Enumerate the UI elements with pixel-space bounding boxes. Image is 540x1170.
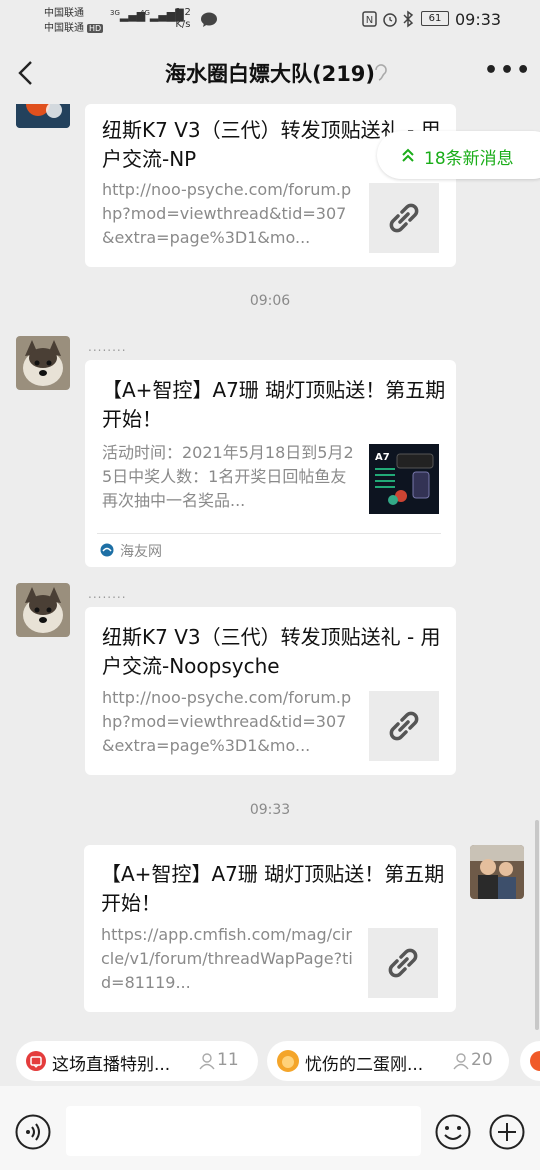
link-icon	[389, 203, 419, 233]
live-pill-partial[interactable]	[520, 1041, 540, 1081]
card-title: 【A+智控】A7珊 瑚灯顶贴送！第五期开始！	[102, 378, 446, 431]
product-image: A7	[375, 452, 434, 505]
live-icon	[26, 1051, 46, 1071]
chat-bubble-icon	[201, 12, 217, 27]
mute-ear-icon	[375, 64, 387, 81]
emoji-icon[interactable]	[435, 1114, 471, 1150]
page-title: 海水圈白嫖大队(219)	[164, 62, 376, 86]
viewer-count: 11	[217, 1050, 239, 1070]
timestamp: 09:33	[249, 802, 291, 818]
message-card[interactable]: 纽斯K7 V3（三代）转发顶贴送礼 - 用户交流-Noopsyche http:…	[85, 607, 456, 775]
message-card[interactable]: 纽斯K7 V3（三代）转发顶贴送礼 - 用户交流-NP http://noo-p…	[85, 104, 456, 267]
battery-icon: 61	[421, 11, 449, 26]
bluetooth-icon	[403, 10, 414, 28]
message-card-self[interactable]: 【A+智控】A7珊 瑚灯顶贴送！第五期开始！ https://app.cmfis…	[84, 845, 456, 1012]
card-desc: https://app.cmfish.com/mag/circle/v1/for…	[101, 925, 353, 992]
message-card[interactable]: 【A+智控】A7珊 瑚灯顶贴送！第五期开始！ 活动时间：2021年5月18日到5…	[85, 360, 456, 567]
sender-name: ........	[88, 340, 127, 354]
card-desc: http://noo-psyche.com/forum.php?mod=view…	[102, 688, 352, 755]
card-desc: 活动时间：2021年5月18日到5月25日中奖人数：1名开奖日回帖鱼友再次抽中一…	[102, 443, 354, 510]
carrier-2: 中国联通 HD	[44, 23, 104, 34]
nfc-icon: N	[362, 11, 377, 27]
alarm-icon	[383, 13, 397, 27]
status-bar: 中国联通 中国联通 HD 3G▂▄▆ 4G▂▄▆█ 1.2 K/s N 61 09:…	[0, 0, 540, 40]
new-messages-label: 18条新消息	[424, 149, 514, 169]
status-time: 09:33	[455, 10, 502, 29]
card-thumbnail: A7	[369, 444, 439, 514]
link-thumb	[369, 183, 439, 253]
card-desc: http://noo-psyche.com/forum.php?mod=view…	[102, 180, 352, 247]
live-pill[interactable]: 忧伤的二蛋刚... 20	[267, 1041, 509, 1081]
avatar[interactable]	[16, 336, 70, 390]
plus-icon[interactable]	[489, 1114, 525, 1150]
source-logo-icon	[100, 543, 114, 557]
message-input[interactable]	[66, 1106, 421, 1156]
hd-badge: HD	[87, 24, 104, 33]
new-messages-button[interactable]: 18条新消息	[377, 131, 540, 179]
source-name: 海友网	[120, 544, 162, 560]
voice-input-icon[interactable]	[15, 1114, 51, 1150]
divider	[97, 533, 441, 534]
person-icon	[453, 1053, 469, 1070]
avatar[interactable]	[16, 104, 70, 128]
double-chevron-up-icon	[402, 148, 414, 162]
live-title: 忧伤的二蛋刚...	[305, 1055, 424, 1075]
avatar[interactable]	[16, 583, 70, 637]
link-thumb	[368, 928, 438, 998]
link-icon	[389, 711, 419, 741]
person-icon	[199, 1053, 215, 1070]
live-title: 这场直播特别...	[52, 1055, 171, 1075]
viewer-count: 20	[471, 1050, 493, 1070]
link-icon	[388, 948, 418, 978]
more-icon[interactable]: •••	[484, 58, 532, 83]
timestamp: 09:06	[249, 293, 291, 309]
avatar-icon	[277, 1050, 299, 1072]
live-icon	[530, 1051, 540, 1071]
my-avatar[interactable]	[470, 845, 524, 899]
link-thumb	[369, 691, 439, 761]
net-speed: 1.2 K/s	[175, 7, 191, 30]
svg-text:N: N	[366, 15, 373, 26]
card-title: 【A+智控】A7珊 瑚灯顶贴送！第五期开始！	[101, 862, 445, 915]
svg-text:A7: A7	[375, 452, 390, 463]
card-title: 纽斯K7 V3（三代）转发顶贴送礼 - 用户交流-Noopsyche	[102, 625, 441, 678]
carrier-1: 中国联通	[44, 8, 84, 19]
scrollbar[interactable]	[535, 820, 539, 1030]
live-pill[interactable]: 这场直播特别... 11	[16, 1041, 258, 1081]
sender-name: ........	[88, 587, 127, 601]
